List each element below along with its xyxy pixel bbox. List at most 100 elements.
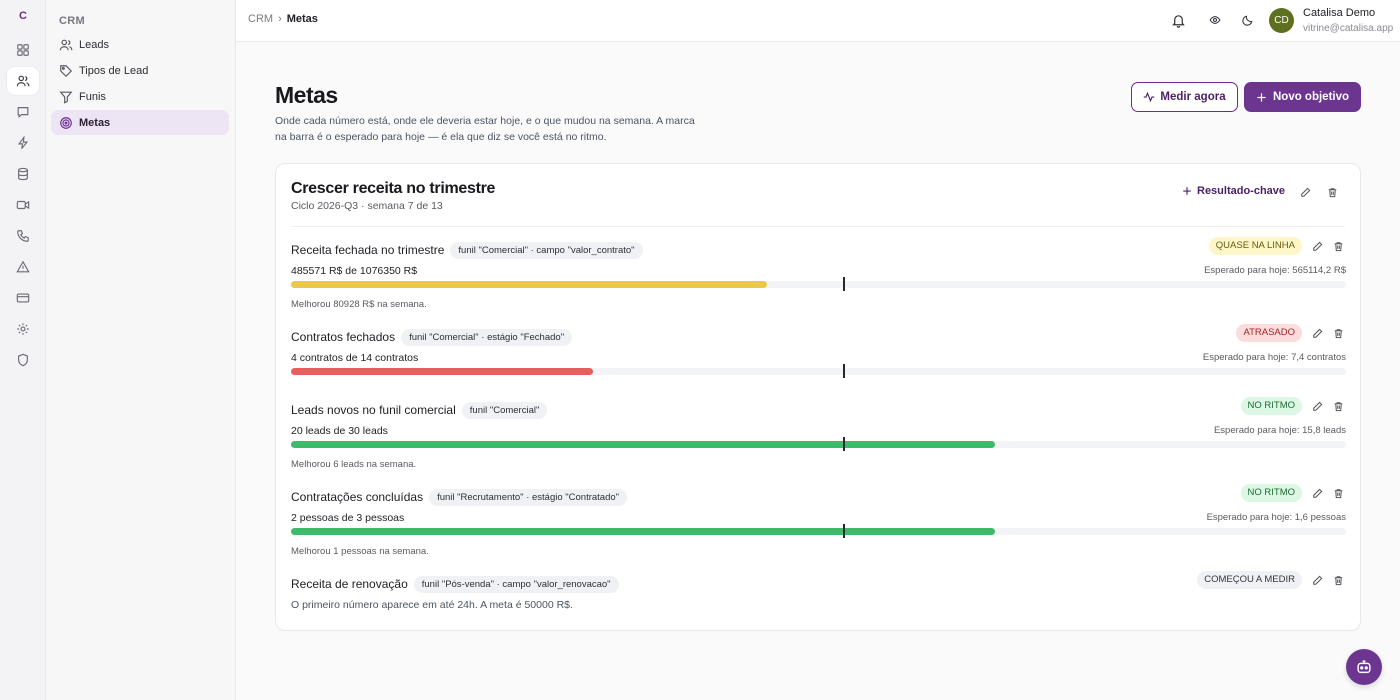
sidebar-item-label: Leads [79,38,109,51]
delete-objective-icon[interactable] [1325,185,1339,199]
sidebar-item-label: Funis [79,90,106,103]
trash-icon[interactable] [1331,326,1345,340]
objective-card: Crescer receita no trimestre Ciclo 2026-… [275,163,1361,631]
edit-icon[interactable] [1310,239,1324,253]
avatar[interactable]: CD [1269,8,1294,33]
kr-name: Leads novos no funil comercial [291,403,456,417]
alert-icon[interactable] [7,253,39,281]
kr-source-tag: funil "Pós-venda" · campo "valor_renovac… [413,576,619,593]
assistant-bot-button[interactable] [1346,649,1382,685]
sidebar-item-funis[interactable]: Funis [51,84,229,109]
page-description: Onde cada número está, onde ele deveria … [275,115,695,143]
sidenav-title: CRM [59,15,85,27]
kr-name: Receita de renovação [291,577,408,591]
plus-icon [1257,92,1266,102]
kr-expected: Esperado para hoje: 15,8 leads [1213,425,1346,436]
bell-icon[interactable] [1169,11,1187,29]
app-logo[interactable]: C [12,6,34,26]
new-objective-button[interactable]: Novo objetivo [1244,82,1361,112]
video-icon[interactable] [7,191,39,219]
bot-icon [1357,660,1371,674]
kr-pending-message: O primeiro número aparece em até 24h. A … [291,599,573,611]
breadcrumb-separator: › [278,13,282,25]
kr-weekly-note: Melhorou 1 pessoas na semana. [291,546,429,557]
users-icon[interactable] [7,67,39,95]
page-title: Metas [275,82,338,108]
sidebar-item-tipos-de-lead[interactable]: Tipos de Lead [51,58,229,83]
sidebar-item-label: Tipos de Lead [79,64,149,77]
trash-icon[interactable] [1331,399,1345,413]
progress-fill [291,528,995,535]
trash-icon[interactable] [1331,486,1345,500]
edit-icon[interactable] [1310,326,1324,340]
edit-icon[interactable] [1310,486,1324,500]
expected-marker [842,277,845,291]
shield-icon[interactable] [7,346,39,374]
filter-icon [59,90,73,104]
kr-expected: Esperado para hoje: 1,6 pessoas [1206,512,1346,523]
add-key-result-label: Resultado-chave [1197,185,1286,197]
objective-title: Crescer receita no trimestre [291,180,496,197]
users-icon [59,38,73,52]
sidebar-item-metas[interactable]: Metas [51,110,229,135]
pulse-icon [1144,91,1155,103]
moon-icon[interactable] [1239,11,1257,29]
target-icon [59,116,73,130]
plus-icon [1183,187,1191,195]
new-objective-label: Novo objetivo [1272,91,1350,103]
top-bar: CRM › Metas CD Catalisa Demo vitrine@catal… [236,0,1400,42]
trash-icon[interactable] [1331,239,1345,253]
sidebar-item-leads[interactable]: Leads [51,32,229,57]
objective-subtitle: Ciclo 2026-Q3 · semana 7 de 13 [291,200,443,212]
chat-icon[interactable] [7,98,39,126]
trash-icon[interactable] [1331,573,1345,587]
progress-fill [291,281,767,288]
kr-expected: Esperado para hoje: 565114,2 R$ [1204,265,1346,276]
expected-marker [842,437,845,451]
lightning-icon[interactable] [7,129,39,157]
tag-icon [59,64,73,78]
kr-value: 485571 R$ de 1076350 R$ [291,265,418,277]
kr-name: Contratos fechados [291,330,396,344]
status-badge: ATRASADO [1236,324,1302,342]
edit-objective-icon[interactable] [1298,185,1312,199]
add-key-result-button[interactable]: Resultado-chave [1182,185,1285,197]
card-icon[interactable] [7,284,39,312]
progress-track [291,437,1346,451]
kr-value: 4 contratos de 14 contratos [291,352,419,364]
breadcrumb-root[interactable]: CRM [248,13,273,25]
dashboard-icon[interactable] [7,36,39,64]
user-name: Catalisa Demo [1303,7,1376,19]
progress-track [291,364,1346,378]
progress-fill [291,441,995,448]
measure-now-label: Medir agora [1160,91,1226,103]
icon-rail: C [0,0,46,700]
breadcrumb: CRM › Metas [248,13,318,25]
kr-name: Contratações concluídas [291,490,424,504]
breadcrumb-current: Metas [286,13,318,25]
kr-weekly-note: Melhorou 80928 R$ na semana. [291,299,427,310]
side-nav: CRM Leads Tipos de Lead Funis Metas [46,0,236,700]
database-icon[interactable] [7,160,39,188]
eye-icon[interactable] [1206,11,1224,29]
status-badge: QUASE NA LINHA [1208,237,1302,255]
expected-marker [842,364,845,378]
status-badge: NO RITMO [1240,484,1302,502]
kr-source-tag: funil "Comercial" · estágio "Fechado" [401,329,573,346]
user-email: vitrine@catalisa.app [1303,23,1394,34]
settings-icon[interactable] [7,315,39,343]
edit-icon[interactable] [1310,399,1324,413]
kr-value: 20 leads de 30 leads [291,425,388,437]
progress-fill [291,368,593,375]
kr-value: 2 pessoas de 3 pessoas [291,512,405,524]
kr-weekly-note: Melhorou 6 leads na semana. [291,459,417,470]
kr-source-tag: funil "Comercial" · campo "valor_contrat… [450,242,643,259]
status-badge: NO RITMO [1240,397,1302,415]
sidebar-item-label: Metas [79,116,111,129]
measure-now-button[interactable]: Medir agora [1131,82,1238,112]
edit-icon[interactable] [1310,573,1324,587]
divider [291,226,1345,227]
kr-expected: Esperado para hoje: 7,4 contratos [1202,352,1346,363]
phone-icon[interactable] [7,222,39,250]
kr-source-tag: funil "Comercial" [461,402,548,419]
